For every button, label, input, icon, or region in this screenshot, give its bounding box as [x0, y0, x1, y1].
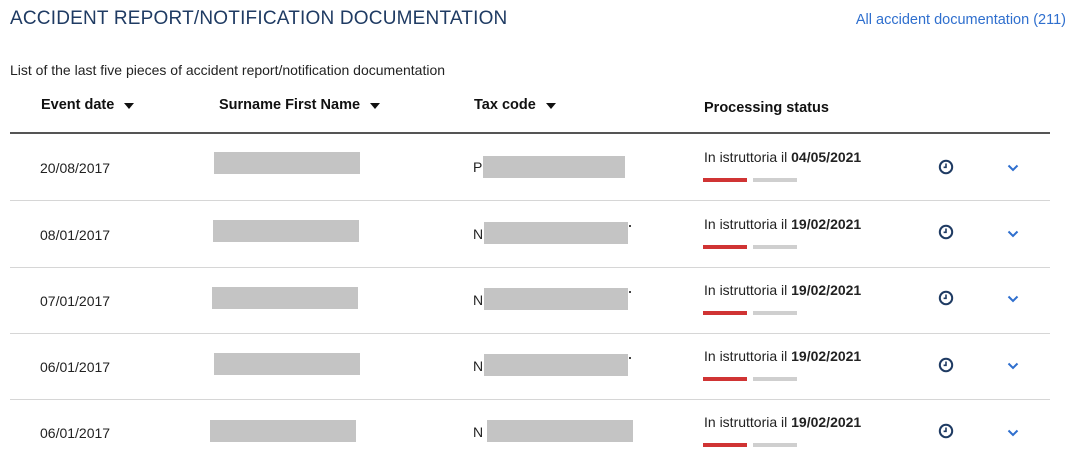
tax-code-prefix: N: [473, 226, 484, 242]
progress-step-active: [703, 443, 747, 447]
table-row[interactable]: 06/01/2017 N In istruttoria il 19/02/202…: [10, 399, 1050, 465]
tax-code-prefix: N: [473, 358, 484, 374]
section-header: ACCIDENT REPORT/NOTIFICATION DOCUMENTATI…: [10, 8, 1066, 36]
progress-step-inactive: [753, 377, 797, 381]
column-header-tax-code[interactable]: Tax code: [474, 97, 556, 113]
tax-code-prefix: N: [473, 424, 484, 440]
column-header-label: Surname First Name: [219, 97, 361, 113]
progress-step-inactive: [753, 443, 797, 447]
column-header-label: Tax code: [474, 97, 536, 113]
redacted-tax-code: [484, 222, 628, 244]
progress-step-inactive: [753, 245, 797, 249]
event-date-cell: 06/01/2017: [40, 425, 111, 441]
column-header-name[interactable]: Surname First Name: [219, 97, 381, 113]
status-prefix: In istruttoria il: [704, 149, 788, 165]
status-date: 19/02/2021: [791, 348, 862, 364]
redacted-name: [213, 220, 359, 242]
table-row[interactable]: 07/01/2017 N In istruttoria il 19/02/202…: [10, 267, 1050, 334]
tax-code-trailing-mark: [629, 291, 631, 293]
status-prefix: In istruttoria il: [704, 282, 788, 298]
event-date-cell: 08/01/2017: [40, 227, 111, 243]
tax-code-prefix: N: [473, 292, 484, 308]
clock-icon[interactable]: [938, 224, 954, 240]
column-header-event-date[interactable]: Event date: [41, 97, 135, 113]
all-accident-documentation-link[interactable]: All accident documentation (211): [856, 12, 1066, 28]
event-date-cell: 20/08/2017: [40, 160, 111, 176]
event-date-cell: 07/01/2017: [40, 293, 111, 309]
redacted-tax-code: [484, 288, 628, 310]
status-date: 19/02/2021: [791, 282, 862, 298]
clock-icon[interactable]: [938, 290, 954, 306]
redacted-name: [214, 353, 360, 375]
redacted-tax-code: [487, 420, 633, 442]
table-row[interactable]: 08/01/2017 N In istruttoria il 19/02/202…: [10, 201, 1050, 268]
tax-code-prefix: P: [473, 159, 483, 175]
status-date: 04/05/2021: [791, 149, 862, 165]
status-date: 19/02/2021: [791, 414, 862, 430]
table-row[interactable]: 06/01/2017 N In istruttoria il 19/02/202…: [10, 333, 1050, 400]
column-header-label: Event date: [41, 97, 115, 113]
chevron-down-icon[interactable]: [1006, 361, 1020, 371]
event-date-cell: 06/01/2017: [40, 359, 111, 375]
sort-caret-down-icon[interactable]: [370, 103, 381, 109]
clock-icon[interactable]: [938, 159, 954, 175]
processing-status-text: In istruttoria il 19/02/2021: [704, 282, 861, 298]
progress-step-inactive: [753, 178, 797, 182]
processing-status-text: In istruttoria il 19/02/2021: [704, 414, 861, 430]
page-title: ACCIDENT REPORT/NOTIFICATION DOCUMENTATI…: [10, 8, 508, 29]
progress-step-active: [703, 178, 747, 182]
redacted-name: [210, 420, 356, 442]
progress-step-active: [703, 311, 747, 315]
processing-status-text: In istruttoria il 19/02/2021: [704, 216, 861, 232]
sort-caret-down-icon[interactable]: [124, 103, 135, 109]
sort-caret-down-icon[interactable]: [545, 103, 556, 109]
list-description: List of the last five pieces of accident…: [10, 62, 446, 78]
chevron-down-icon[interactable]: [1006, 229, 1020, 239]
progress-step-inactive: [753, 311, 797, 315]
redacted-tax-code: [483, 156, 625, 178]
redacted-tax-code: [484, 354, 628, 376]
processing-status-text: In istruttoria il 19/02/2021: [704, 348, 861, 364]
chevron-down-icon[interactable]: [1006, 294, 1020, 304]
redacted-name: [214, 152, 360, 174]
status-prefix: In istruttoria il: [704, 414, 788, 430]
clock-icon[interactable]: [938, 357, 954, 373]
column-header-processing-status: Processing status: [704, 100, 829, 116]
clock-icon[interactable]: [938, 423, 954, 439]
chevron-down-icon[interactable]: [1006, 163, 1020, 173]
progress-step-active: [703, 377, 747, 381]
progress-step-active: [703, 245, 747, 249]
processing-status-text: In istruttoria il 04/05/2021: [704, 149, 861, 165]
status-prefix: In istruttoria il: [704, 348, 788, 364]
chevron-down-icon[interactable]: [1006, 428, 1020, 438]
table-row[interactable]: 20/08/2017 P In istruttoria il 04/05/202…: [10, 134, 1050, 201]
tax-code-trailing-mark: [629, 357, 631, 359]
tax-code-trailing-mark: [629, 225, 631, 227]
redacted-name: [212, 287, 358, 309]
column-header-label: Processing status: [704, 100, 829, 116]
status-prefix: In istruttoria il: [704, 216, 788, 232]
status-date: 19/02/2021: [791, 216, 862, 232]
